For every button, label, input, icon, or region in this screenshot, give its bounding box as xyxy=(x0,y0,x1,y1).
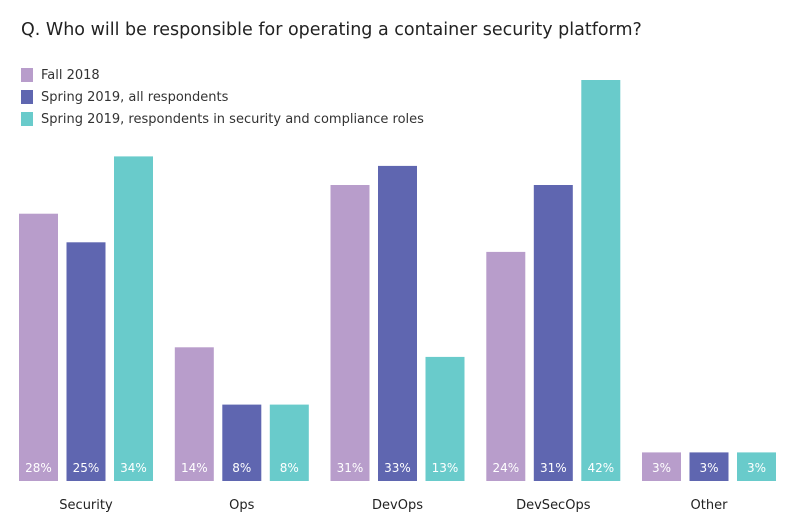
bar-security-series-2 xyxy=(114,156,153,481)
category-label-security: Security xyxy=(59,498,113,513)
bar-security-series-0 xyxy=(19,213,58,481)
bar-value-label: 31% xyxy=(337,461,364,475)
bar-value-label: 24% xyxy=(492,461,519,475)
bar-devsecops-series-1 xyxy=(533,185,573,481)
bar-value-label: 3% xyxy=(747,461,766,475)
bar-value-label: 33% xyxy=(384,461,411,475)
bar-devops-series-0 xyxy=(330,185,370,481)
bar-value-label: 34% xyxy=(120,461,147,475)
bar-value-label: 3% xyxy=(699,461,718,475)
category-label-devsecops: DevSecOps xyxy=(516,498,591,513)
bar-devsecops-series-0 xyxy=(486,251,526,481)
bar-devops-series-1 xyxy=(378,165,417,481)
bar-value-label: 42% xyxy=(587,461,614,475)
bar-value-label: 14% xyxy=(181,461,208,475)
category-label-other: Other xyxy=(691,498,729,513)
category-label-devops: DevOps xyxy=(372,498,423,513)
bar-value-label: 3% xyxy=(652,461,671,475)
bar-value-label: 13% xyxy=(432,461,459,475)
bar-value-label: 8% xyxy=(232,461,251,475)
bar-security-series-1 xyxy=(66,242,106,481)
bar-value-label: 28% xyxy=(25,461,52,475)
bar-value-label: 8% xyxy=(280,461,299,475)
bar-value-label: 25% xyxy=(73,461,100,475)
bar-chart: 28% 25% 34% Security 14% 8% 8% Ops 31% 33% 13% DevO… xyxy=(19,80,776,513)
category-label-ops: Ops xyxy=(229,498,254,513)
bar-value-label: 31% xyxy=(540,461,567,475)
bar-devsecops-series-2 xyxy=(581,80,621,481)
